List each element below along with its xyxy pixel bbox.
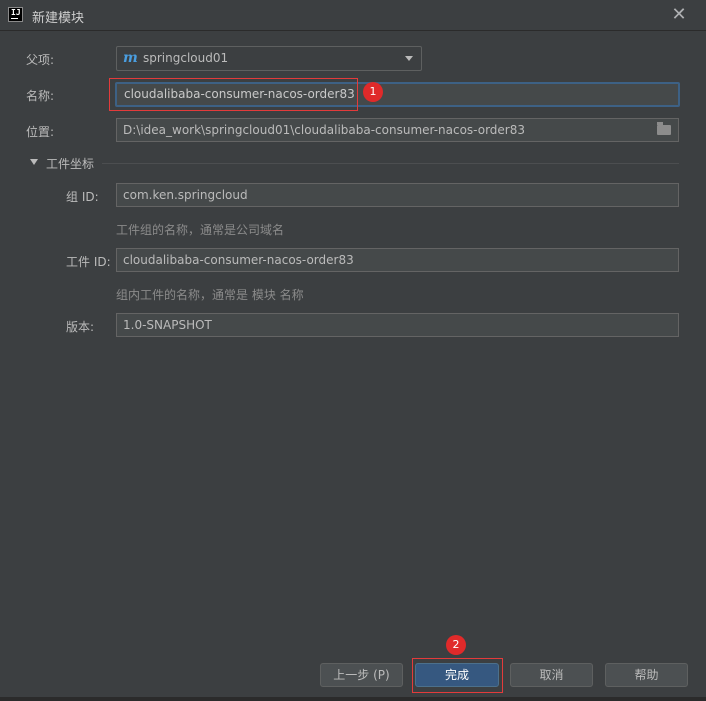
artifact-id-label: 工件 ID: (66, 255, 111, 269)
group-id-input[interactable]: com.ken.springcloud (116, 183, 679, 207)
group-id-label: 组 ID: (66, 190, 99, 204)
group-id-value: com.ken.springcloud (123, 188, 248, 202)
version-value: 1.0-SNAPSHOT (123, 318, 212, 332)
name-label: 名称: (26, 89, 55, 103)
previous-button[interactable]: 上一步 (P) (320, 663, 403, 687)
parent-select-value: springcloud01 (143, 51, 229, 65)
help-button[interactable]: 帮助 (605, 663, 688, 687)
parent-label: 父项: (26, 53, 55, 67)
group-id-hint: 工件组的名称，通常是公司域名 (116, 223, 285, 237)
bottom-border (0, 697, 706, 701)
location-input-value: D:\idea_work\springcloud01\cloudalibaba-… (123, 123, 525, 137)
folder-browse-icon[interactable] (657, 122, 671, 135)
artifact-section-title[interactable]: 工件坐标 (46, 155, 94, 172)
parent-select[interactable]: m springcloud01 (116, 46, 422, 71)
title-bar (0, 0, 706, 31)
artifact-id-value: cloudalibaba-consumer-nacos-order83 (123, 253, 354, 267)
maven-module-icon: m (123, 50, 138, 66)
chevron-down-icon (405, 56, 413, 61)
version-label: 版本: (66, 320, 95, 334)
version-input[interactable]: 1.0-SNAPSHOT (116, 313, 679, 337)
artifact-id-input[interactable]: cloudalibaba-consumer-nacos-order83 (116, 248, 679, 272)
location-label: 位置: (26, 125, 55, 139)
collapse-arrow-icon[interactable] (30, 159, 38, 165)
callout-badge-2: 2 (446, 635, 466, 655)
location-input[interactable]: D:\idea_work\springcloud01\cloudalibaba-… (116, 118, 679, 142)
callout-box-1 (109, 78, 358, 111)
intellij-app-icon: IJ (8, 7, 23, 22)
section-divider (102, 163, 679, 164)
artifact-id-hint: 组内工件的名称，通常是 模块 名称 (116, 288, 304, 302)
dialog-title: 新建模块 (32, 11, 85, 26)
callout-badge-1: 1 (363, 82, 383, 102)
finish-button[interactable]: 完成 (415, 663, 499, 687)
close-icon[interactable]: ✕ (668, 4, 690, 26)
cancel-button[interactable]: 取消 (510, 663, 593, 687)
